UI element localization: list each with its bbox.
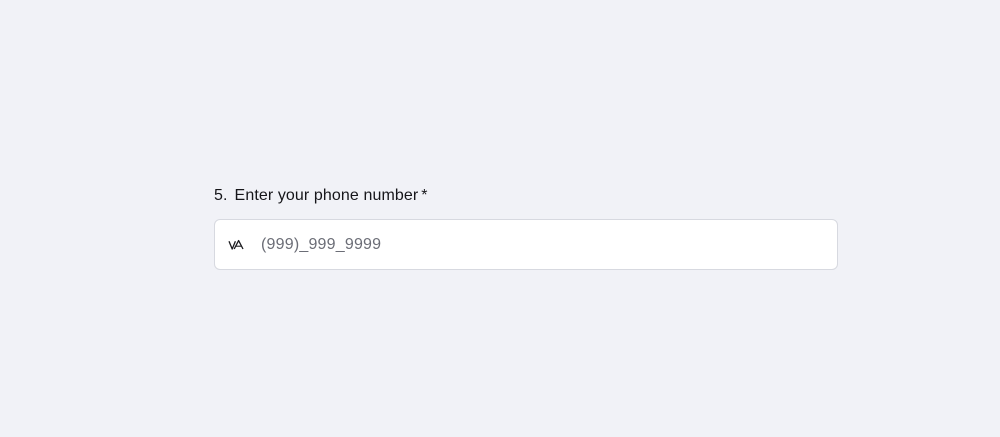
phone-question: 5. Enter your phone number * — [214, 185, 838, 270]
phone-number-input[interactable] — [261, 229, 801, 260]
required-asterisk: * — [421, 187, 428, 204]
question-number: 5. — [214, 187, 228, 204]
country-flag-glyph — [228, 239, 244, 250]
phone-number-field[interactable] — [214, 219, 838, 270]
question-text: Enter your phone number — [234, 187, 419, 204]
question-label: 5. Enter your phone number * — [214, 185, 838, 207]
country-flag-icon[interactable] — [227, 238, 247, 252]
